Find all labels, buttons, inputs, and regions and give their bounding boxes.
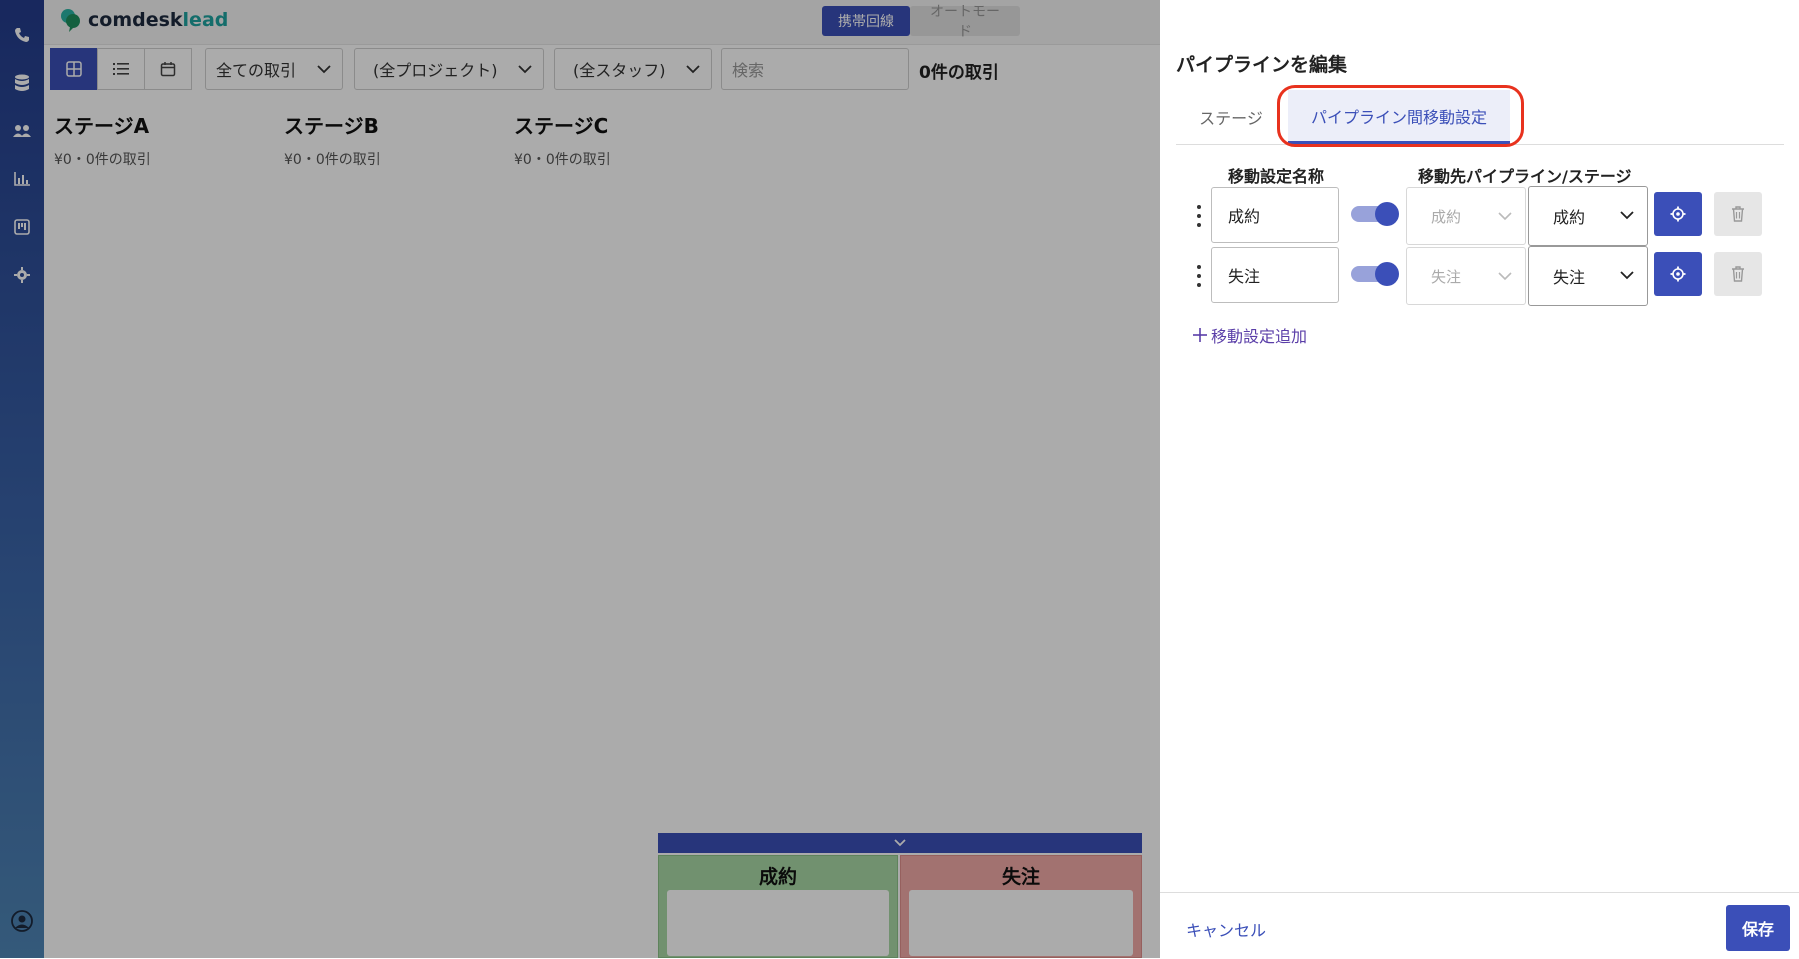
settings-button[interactable] (1654, 252, 1702, 296)
chevron-down-icon (1498, 212, 1512, 221)
save-button[interactable]: 保存 (1726, 905, 1790, 951)
panel-title: パイプラインを編集 (1176, 54, 1348, 76)
move-setting-row: 成約 成約 成約 (1190, 186, 1780, 246)
pipeline-value: 成約 (1431, 207, 1462, 226)
settings-button[interactable] (1654, 192, 1702, 236)
gear-icon (1670, 206, 1686, 222)
add-move-setting-button[interactable]: 移動設定追加 (1193, 323, 1307, 347)
panel-tabs: ステージ パイプライン間移動設定 (1176, 90, 1784, 145)
trash-icon (1732, 266, 1744, 282)
tab-pipeline-move[interactable]: パイプライン間移動設定 (1288, 90, 1510, 144)
destination-pipeline-select[interactable]: 失注 (1406, 247, 1526, 305)
enabled-toggle[interactable] (1349, 201, 1399, 227)
move-setting-row: 失注 失注 失注 (1190, 246, 1780, 306)
delete-button[interactable] (1714, 192, 1762, 236)
delete-button[interactable] (1714, 252, 1762, 296)
destination-stage-select[interactable]: 失注 (1528, 246, 1648, 306)
move-name-input[interactable]: 成約 (1211, 187, 1339, 243)
panel-footer: キャンセル 保存 (1160, 892, 1799, 959)
chevron-down-icon (1620, 271, 1634, 280)
enabled-toggle[interactable] (1349, 261, 1399, 287)
tab-stage[interactable]: ステージ (1176, 90, 1286, 144)
destination-stage-select[interactable]: 成約 (1528, 186, 1648, 246)
pipeline-value: 失注 (1431, 267, 1462, 286)
move-name-input[interactable]: 失注 (1211, 247, 1339, 303)
cancel-button[interactable]: キャンセル (1186, 917, 1266, 941)
column-header-name: 移動設定名称 (1228, 167, 1325, 186)
plus-icon (1193, 328, 1207, 342)
column-header-destination: 移動先パイプライン/ステージ (1418, 167, 1632, 186)
modal-overlay[interactable] (0, 0, 1160, 958)
trash-icon (1732, 206, 1744, 222)
stage-value: 成約 (1553, 208, 1586, 227)
gear-icon (1670, 266, 1686, 282)
drag-handle-icon[interactable] (1196, 265, 1202, 287)
stage-value: 失注 (1553, 268, 1586, 287)
edit-pipeline-panel: パイプラインを編集 ステージ パイプライン間移動設定 (1160, 0, 1799, 958)
chevron-down-icon (1498, 272, 1512, 281)
destination-pipeline-select[interactable]: 成約 (1406, 187, 1526, 245)
drag-handle-icon[interactable] (1196, 205, 1202, 227)
chevron-down-icon (1620, 211, 1634, 220)
add-move-setting-label: 移動設定追加 (1211, 327, 1308, 346)
